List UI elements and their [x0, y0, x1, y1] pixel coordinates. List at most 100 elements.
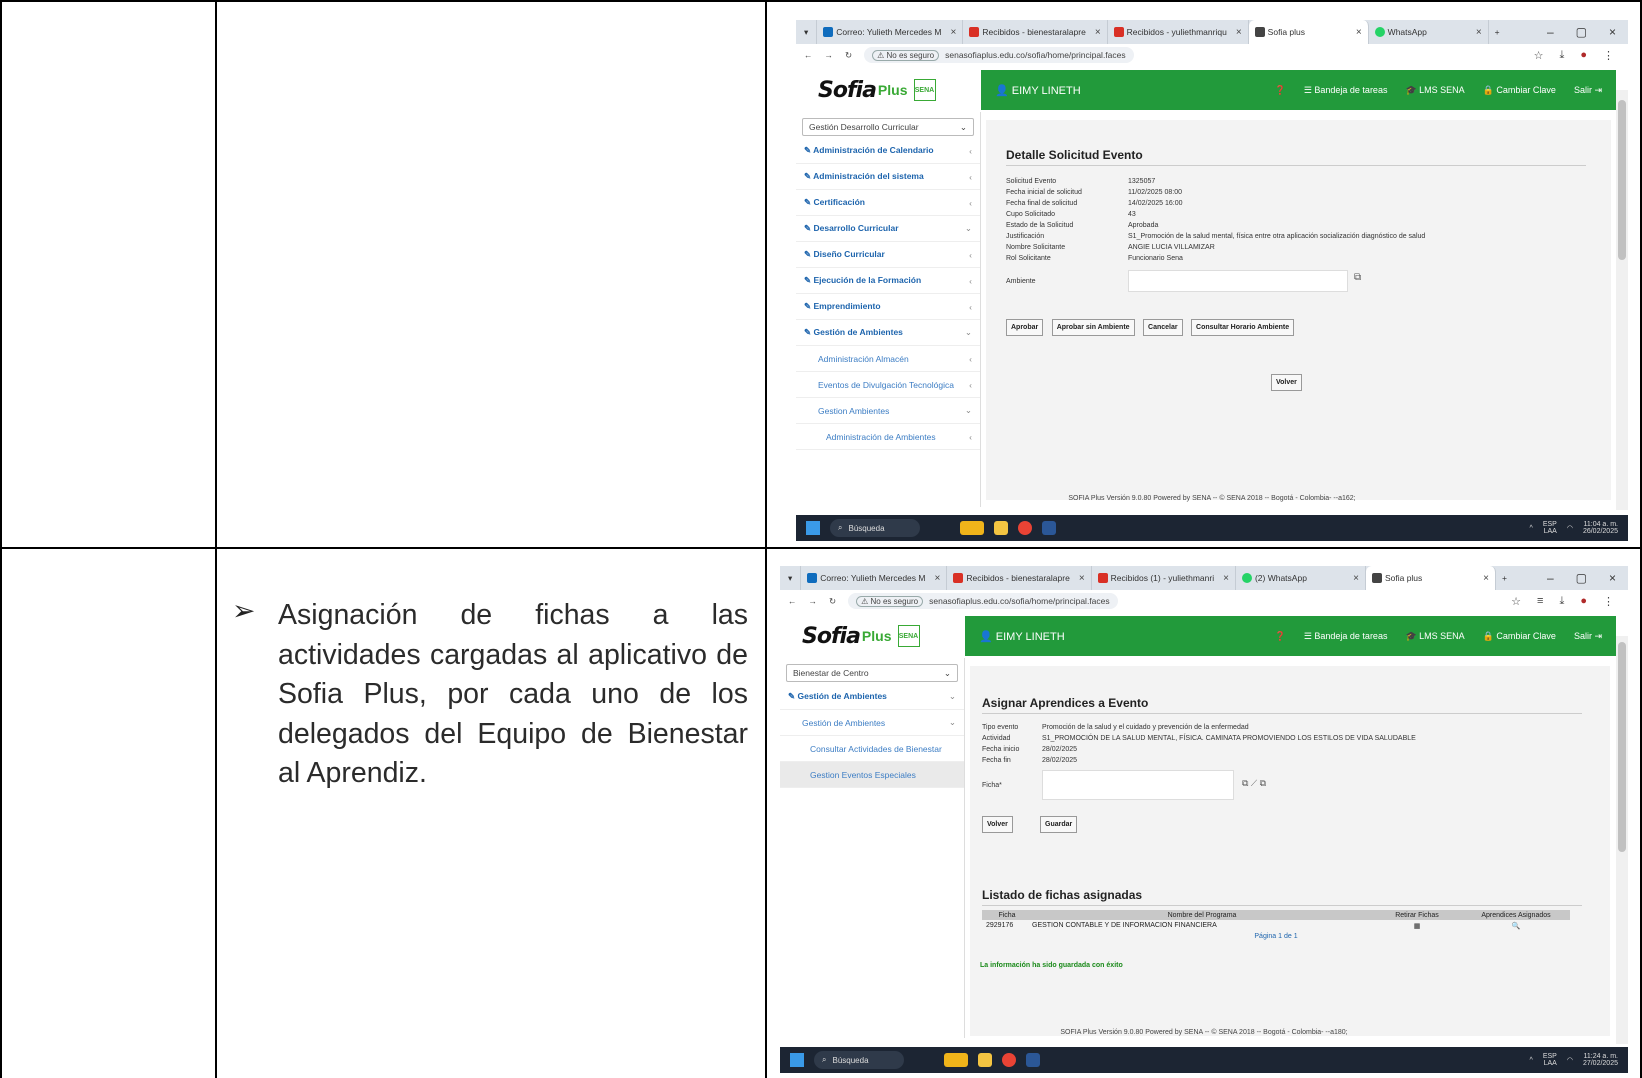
browser-tab[interactable]: (2) WhatsApp ×: [1236, 566, 1366, 590]
sidebar-subitem-active[interactable]: Gestion Eventos Especiales: [780, 762, 964, 788]
browser-tab-active[interactable]: Sofia plus ×: [1365, 566, 1496, 590]
browser-tab[interactable]: Correo: Yulieth Mercedes M ×: [817, 20, 964, 44]
url-field[interactable]: ⚠ No es seguro senasofiaplus.edu.co/sofi…: [848, 593, 1118, 609]
retirar-icon[interactable]: ▦: [1372, 922, 1462, 930]
menu-salir[interactable]: Salir ⇥: [1574, 631, 1602, 642]
taskbar-app-icon[interactable]: [944, 1053, 968, 1067]
aprobar-sin-ambiente-button[interactable]: Aprobar sin Ambiente: [1051, 319, 1135, 336]
close-icon[interactable]: ×: [1483, 573, 1489, 584]
browser-tab[interactable]: Recibidos - bienestaralapre ×: [963, 20, 1108, 44]
forward-icon[interactable]: →: [809, 596, 818, 606]
chrome-icon[interactable]: [1002, 1053, 1016, 1067]
new-tab-icon[interactable]: +: [1496, 566, 1513, 590]
guardar-button[interactable]: Guardar: [1040, 816, 1078, 833]
browser-tab[interactable]: Recibidos - yuliethmanriqu ×: [1108, 20, 1249, 44]
sidebar-item[interactable]: ✎ Emprendimiento ‹: [796, 294, 980, 320]
menu-bandeja[interactable]: ☰ Bandeja de tareas: [1304, 631, 1388, 642]
close-icon[interactable]: ×: [1223, 573, 1229, 584]
close-icon[interactable]: ×: [1353, 573, 1359, 584]
sidebar-subitem[interactable]: Gestion Ambientes ⌄: [796, 398, 980, 424]
profile-icon[interactable]: ●: [1580, 595, 1587, 608]
sidebar-item[interactable]: ✎ Desarrollo Curricular ⌄: [796, 216, 980, 242]
menu-bandeja[interactable]: ☰ Bandeja de tareas: [1304, 85, 1388, 96]
browser-tab-active[interactable]: Sofia plus ×: [1248, 20, 1369, 44]
insecure-badge[interactable]: ⚠ No es seguro: [856, 595, 924, 607]
close-icon[interactable]: ×: [1079, 573, 1085, 584]
clock[interactable]: 11:24 a. m. 27/02/2025: [1583, 1053, 1618, 1067]
sidebar-item[interactable]: ✎ Administración del sistema ‹: [796, 164, 980, 190]
ficha-action-icons[interactable]: ⧉ ⟋ ⧉: [1242, 778, 1266, 789]
cancelar-button[interactable]: Cancelar: [1143, 319, 1183, 336]
url-field[interactable]: ⚠ No es seguro senasofiaplus.edu.co/sofi…: [864, 47, 1134, 63]
chrome-icon[interactable]: [1018, 521, 1032, 535]
scroll-thumb[interactable]: [1618, 100, 1626, 260]
menu-cambiar-clave[interactable]: 🔒 Cambiar Clave: [1483, 631, 1556, 642]
close-icon[interactable]: ×: [1476, 27, 1482, 38]
windows-start-icon[interactable]: [806, 521, 820, 535]
sidebar-subitem[interactable]: Administración Almacén ‹: [796, 346, 980, 372]
close-icon[interactable]: ×: [1356, 27, 1362, 38]
help-icon[interactable]: ❓: [1275, 631, 1286, 642]
maximize-icon[interactable]: ▢: [1576, 571, 1587, 585]
close-icon[interactable]: ×: [950, 27, 956, 38]
consultar-horario-button[interactable]: Consultar Horario Ambiente: [1191, 319, 1295, 336]
sidebar-item[interactable]: ✎ Administración de Calendario ‹: [796, 138, 980, 164]
download-icon[interactable]: ⤓: [1559, 595, 1564, 608]
clock[interactable]: 11:04 a. m. 26/02/2025: [1583, 521, 1618, 535]
sidebar-subitem[interactable]: Eventos de Divulgación Tecnológica ‹: [796, 372, 980, 398]
tab-dropdown-icon[interactable]: ▾: [780, 566, 802, 590]
ambiente-input[interactable]: [1128, 270, 1348, 292]
browser-tab[interactable]: Recibidos - bienestaralapre ×: [947, 566, 1092, 590]
module-select[interactable]: Bienestar de Centro ⌄: [786, 664, 958, 682]
sidebar-item[interactable]: ✎ Certificación ‹: [796, 190, 980, 216]
taskbar-search[interactable]: ⌕ Búsqueda: [814, 1051, 904, 1069]
folder-icon[interactable]: [994, 521, 1008, 535]
maximize-icon[interactable]: ▢: [1576, 25, 1587, 39]
menu-dots-icon[interactable]: ⋮: [1603, 595, 1614, 608]
wifi-icon[interactable]: ◠: [1567, 524, 1573, 532]
help-icon[interactable]: ❓: [1275, 85, 1286, 96]
folder-icon[interactable]: [978, 1053, 992, 1067]
close-icon[interactable]: ×: [1236, 27, 1242, 38]
star-icon[interactable]: ☆: [1534, 49, 1544, 62]
browser-tab[interactable]: Correo: Yulieth Mercedes M ×: [801, 566, 948, 590]
sidebar-item[interactable]: ✎ Diseño Curricular ‹: [796, 242, 980, 268]
new-tab-icon[interactable]: +: [1489, 20, 1506, 44]
close-window-icon[interactable]: ×: [1609, 25, 1616, 39]
language-indicator[interactable]: ESP LAA: [1543, 1053, 1557, 1067]
tray-chevron-icon[interactable]: ^: [1530, 1057, 1533, 1064]
menu-dots-icon[interactable]: ⋮: [1603, 49, 1614, 62]
back-icon[interactable]: ←: [788, 596, 797, 606]
tab-dropdown-icon[interactable]: ▾: [796, 20, 818, 44]
menu-lms[interactable]: 🎓 LMS SENA: [1405, 631, 1464, 642]
taskbar-search[interactable]: ⌕ Búsqueda: [830, 519, 920, 537]
forward-icon[interactable]: →: [825, 50, 834, 60]
ficha-input[interactable]: [1042, 770, 1234, 800]
close-icon[interactable]: ×: [1095, 27, 1101, 38]
close-window-icon[interactable]: ×: [1609, 571, 1616, 585]
word-icon[interactable]: [1026, 1053, 1040, 1067]
star-icon[interactable]: ☆: [1511, 595, 1521, 608]
menu-lms[interactable]: 🎓 LMS SENA: [1405, 85, 1464, 96]
download-icon[interactable]: ⤓: [1559, 49, 1564, 62]
sidebar-subitem[interactable]: Consultar Actividades de Bienestar: [780, 736, 964, 762]
lookup-icon[interactable]: ⧉: [1354, 272, 1361, 283]
browser-tab[interactable]: Recibidos (1) - yuliethmanri ×: [1092, 566, 1236, 590]
aprobar-button[interactable]: Aprobar: [1006, 319, 1044, 336]
minimize-icon[interactable]: –: [1547, 571, 1554, 585]
module-select[interactable]: Gestión Desarrollo Curricular ⌄: [802, 118, 974, 136]
close-icon[interactable]: ×: [934, 573, 940, 584]
scrollbar[interactable]: [1616, 636, 1628, 1044]
back-icon[interactable]: ←: [804, 50, 813, 60]
sidebar-item[interactable]: ✎ Ejecución de la Formación ‹: [796, 268, 980, 294]
sidebar-item[interactable]: ✎ Gestión de Ambientes ⌄: [796, 320, 980, 346]
word-icon[interactable]: [1042, 521, 1056, 535]
reading-list-icon[interactable]: ≡: [1537, 595, 1543, 608]
aprendices-icon[interactable]: 🔍: [1462, 922, 1570, 930]
reload-icon[interactable]: ↻: [829, 596, 836, 607]
minimize-icon[interactable]: –: [1547, 25, 1554, 39]
language-indicator[interactable]: ESP LAA: [1543, 521, 1557, 535]
menu-salir[interactable]: Salir ⇥: [1574, 85, 1602, 96]
browser-tab[interactable]: WhatsApp ×: [1369, 20, 1489, 44]
sidebar-subitem[interactable]: Gestión de Ambientes ⌄: [780, 710, 964, 736]
